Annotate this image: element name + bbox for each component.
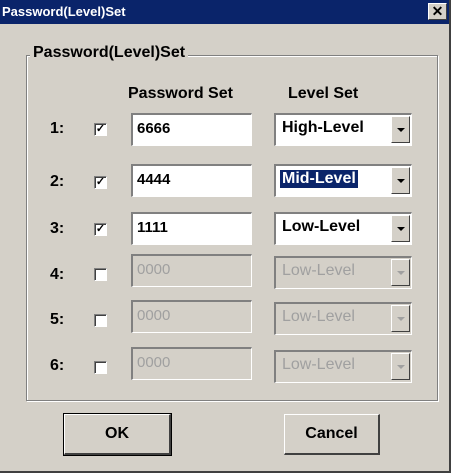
row-1-level-value: High-Level — [282, 119, 364, 136]
password-level-dialog: Password(Level)Set ✕ Password(Level)Set … — [0, 0, 451, 473]
close-icon: ✕ — [431, 3, 444, 19]
chevron-down-icon[interactable] — [391, 259, 410, 286]
row-1-password-field[interactable]: 6666 — [131, 113, 252, 146]
row-2-level-select[interactable]: Mid-Level — [274, 164, 412, 197]
password-set-header: Password Set — [128, 85, 233, 102]
row-4-number: 4: — [50, 266, 65, 283]
row-2-password-field[interactable]: 4444 — [131, 164, 252, 197]
row-1-level-select[interactable]: High-Level — [274, 113, 412, 146]
level-set-header: Level Set — [288, 85, 359, 102]
row-6-level-select[interactable]: Low-Level — [274, 350, 412, 383]
row-4-level-value: Low-Level — [282, 262, 355, 279]
row-2-number: 2: — [50, 173, 65, 190]
chevron-down-icon[interactable] — [391, 305, 410, 332]
row-3-checkbox[interactable]: ✓ — [94, 223, 107, 236]
row-4-level-select[interactable]: Low-Level — [274, 256, 412, 289]
window-title: Password(Level)Set — [2, 4, 126, 19]
cancel-button[interactable]: Cancel — [284, 414, 380, 455]
chevron-down-icon[interactable] — [391, 215, 410, 242]
groupbox-label: Password(Level)Set — [30, 44, 189, 62]
row-5-level-value: Low-Level — [282, 308, 355, 325]
row-5-level-select[interactable]: Low-Level — [274, 302, 412, 335]
row-6-number: 6: — [50, 357, 65, 374]
close-button[interactable]: ✕ — [428, 3, 447, 20]
chevron-down-icon[interactable] — [391, 116, 410, 143]
row-3-number: 3: — [50, 220, 65, 237]
row-1-checkbox[interactable]: ✓ — [94, 123, 107, 136]
row-2-checkbox[interactable]: ✓ — [94, 176, 107, 189]
title-bar: Password(Level)Set ✕ — [0, 0, 449, 24]
row-3-level-select[interactable]: Low-Level — [274, 212, 412, 245]
row-5-password-field[interactable]: 0000 — [131, 300, 252, 333]
checkmark-icon: ✓ — [95, 176, 106, 188]
row-3-password-field[interactable]: 1111 — [131, 212, 252, 245]
row-6-level-value: Low-Level — [282, 356, 355, 373]
row-1-number: 1: — [50, 120, 65, 137]
row-5-number: 5: — [50, 311, 65, 328]
ok-button[interactable]: OK — [63, 413, 172, 456]
row-4-password-field[interactable]: 0000 — [131, 254, 252, 287]
chevron-down-icon[interactable] — [391, 167, 410, 194]
row-6-password-field[interactable]: 0000 — [131, 347, 252, 380]
row-4-checkbox[interactable] — [94, 268, 107, 281]
chevron-down-icon[interactable] — [391, 353, 410, 380]
row-3-level-value: Low-Level — [282, 218, 361, 235]
checkmark-icon: ✓ — [95, 123, 106, 135]
row-2-level-value: Mid-Level — [279, 169, 359, 189]
row-6-checkbox[interactable] — [94, 361, 107, 374]
checkmark-icon: ✓ — [95, 223, 106, 235]
row-5-checkbox[interactable] — [94, 314, 107, 327]
